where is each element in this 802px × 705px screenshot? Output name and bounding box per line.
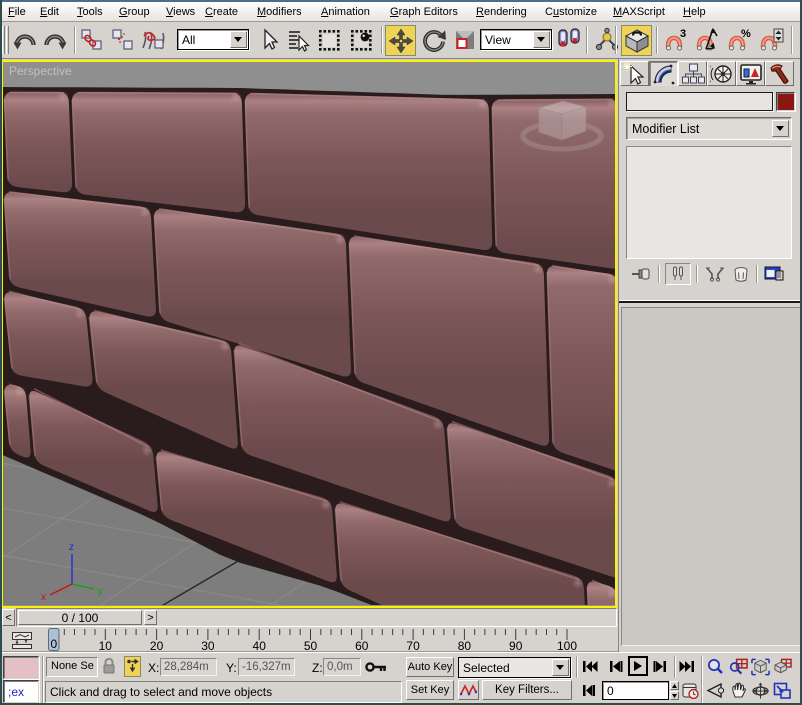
svg-text:0: 0 bbox=[50, 637, 57, 651]
svg-text:100: 100 bbox=[557, 639, 577, 652]
svg-text:50: 50 bbox=[304, 639, 318, 652]
svg-text:30: 30 bbox=[201, 639, 215, 652]
svg-text:y: y bbox=[98, 586, 103, 597]
svg-text:40: 40 bbox=[253, 639, 267, 652]
svg-text:3: 3 bbox=[680, 28, 686, 40]
svg-text:70: 70 bbox=[406, 639, 420, 652]
svg-text:10: 10 bbox=[99, 639, 113, 652]
svg-text:20: 20 bbox=[150, 639, 164, 652]
svg-text:90: 90 bbox=[509, 639, 523, 652]
svg-text:z: z bbox=[69, 542, 74, 553]
svg-text:80: 80 bbox=[458, 639, 472, 652]
svg-text:%: % bbox=[741, 28, 751, 40]
svg-text:x: x bbox=[41, 592, 46, 603]
svg-text:60: 60 bbox=[355, 639, 369, 652]
